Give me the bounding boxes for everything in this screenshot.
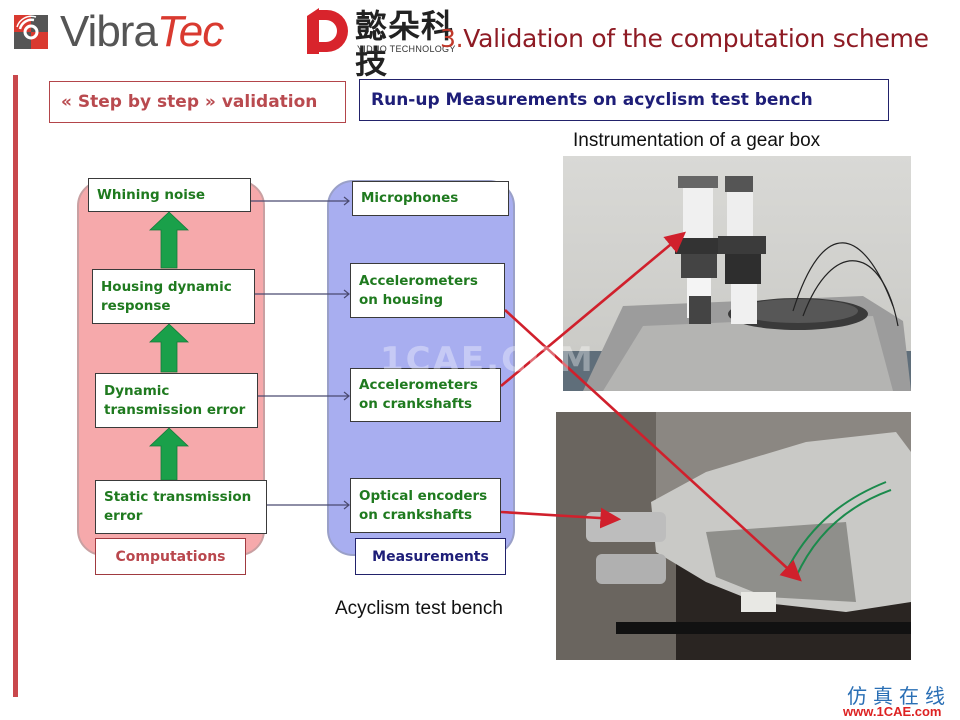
- vibratec-logo: VibraTec: [14, 7, 224, 56]
- gear-box-caption: Instrumentation of a gear box: [573, 130, 821, 151]
- gear-box-photo: [563, 156, 911, 391]
- vibratec-logo-icon: [14, 15, 48, 49]
- test-bench-photo: [556, 412, 911, 660]
- watermark-url: www.1CAE.com: [843, 704, 942, 719]
- measurements-label: Measurements: [355, 538, 506, 575]
- watermark-overlay: 1CAE.COM: [380, 340, 595, 380]
- node-static-transmission-error: Static transmission error: [95, 480, 267, 534]
- test-bench-caption: Acyclism test bench: [335, 598, 503, 619]
- step-by-step-label: « Step by step » validation: [49, 81, 346, 123]
- left-accent-bar: [13, 75, 18, 697]
- node-whining-noise: Whining noise: [88, 178, 251, 212]
- node-optical-encoders: Optical encoders on crankshafts: [350, 478, 501, 533]
- vibratec-logo-text: VibraTec: [60, 7, 224, 56]
- yiduo-logo-icon: [307, 8, 348, 54]
- node-accelerometers-housing: Accelerometers on housing: [350, 263, 505, 318]
- node-microphones: Microphones: [352, 181, 509, 216]
- run-up-measurements-label: Run-up Measurements on acyclism test ben…: [359, 79, 889, 121]
- node-dynamic-transmission-error: Dynamic transmission error: [95, 373, 258, 428]
- computations-label: Computations: [95, 538, 246, 575]
- node-housing-dynamic-response: Housing dynamic response: [92, 269, 255, 324]
- slide-title: 3.Validation of the computation scheme: [440, 24, 929, 53]
